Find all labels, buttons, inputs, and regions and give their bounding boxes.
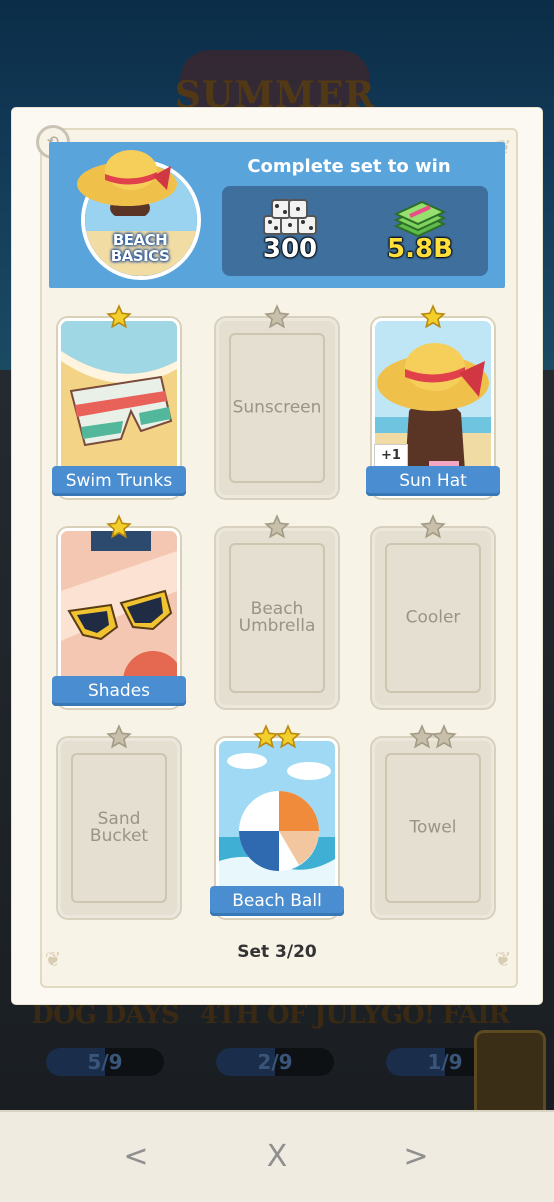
- close-button[interactable]: X: [247, 1134, 307, 1180]
- sun-hat-icon: [77, 150, 177, 216]
- card-name-banner: Sun Hat: [366, 466, 500, 496]
- set-name: BEACH BASICS: [110, 231, 170, 265]
- card-name-banner: Shades: [52, 676, 186, 706]
- card-placeholder: Cooler: [372, 528, 494, 708]
- background-corner-icon: [474, 1030, 546, 1120]
- background-set-name: 4TH OF JULY: [200, 1000, 381, 1030]
- card-sun-hat[interactable]: +1 Sun Hat: [366, 304, 500, 502]
- star-icon: [431, 724, 457, 749]
- card-name: Cooler: [405, 607, 461, 628]
- card-name: Sunscreen: [232, 397, 322, 418]
- card-name-banner: Swim Trunks: [52, 466, 186, 496]
- next-set-button[interactable]: >: [386, 1134, 446, 1180]
- card-cooler[interactable]: Cooler: [366, 514, 500, 712]
- star-icon: [264, 304, 290, 329]
- card-stars: [366, 304, 500, 332]
- background-set-progress: 2/9: [216, 1048, 334, 1076]
- star-icon: [106, 724, 132, 749]
- background-set-progress: 5/9: [46, 1048, 164, 1076]
- card-stars: [52, 304, 186, 332]
- card-name-banner: Beach Ball: [210, 886, 344, 916]
- background-set-name: DOG DAYS: [31, 1000, 179, 1030]
- corner-ornament-icon: ❦: [44, 947, 62, 971]
- star-icon: [275, 724, 301, 749]
- cash-reward-value: 5.8B: [387, 234, 453, 264]
- card-name: Towel: [409, 817, 457, 838]
- card-stars: [366, 724, 500, 752]
- star-icon: [106, 514, 132, 539]
- card-placeholder: Sand Bucket: [58, 738, 180, 918]
- card-sand-bucket[interactable]: Sand Bucket: [52, 724, 186, 922]
- duplicate-badge: +1: [374, 444, 408, 468]
- card-placeholder: Towel: [372, 738, 494, 918]
- card-towel[interactable]: Towel: [366, 724, 500, 922]
- previous-set-button[interactable]: <: [106, 1134, 166, 1180]
- card-placeholder: Sunscreen: [216, 318, 338, 498]
- card-stars: [210, 724, 344, 752]
- card-placeholder: Beach Umbrella: [216, 528, 338, 708]
- dice-stack-icon: [263, 199, 317, 235]
- card-swim-trunks[interactable]: Swim Trunks: [52, 304, 186, 502]
- background-set-dog-days: DOG DAYS 5/9: [30, 1000, 180, 1076]
- card-beach-ball[interactable]: Beach Ball: [210, 724, 344, 922]
- reward-title: Complete set to win: [247, 156, 451, 177]
- star-icon: [264, 514, 290, 539]
- background-set-4th-of-july: 4TH OF JULY 2/9: [200, 1000, 381, 1076]
- card-stars: [210, 514, 344, 542]
- star-icon: [420, 304, 446, 329]
- set-counter: Set 3/20: [237, 942, 317, 962]
- card-name: Sand Bucket: [89, 809, 149, 846]
- star-icon: [420, 514, 446, 539]
- dice-reward-value: 300: [262, 234, 318, 264]
- card-stars: [366, 514, 500, 542]
- card-stars: [52, 724, 186, 752]
- corner-ornament-icon: ❦: [494, 947, 512, 971]
- card-beach-umbrella[interactable]: Beach Umbrella: [210, 514, 344, 712]
- card-shades[interactable]: Shades: [52, 514, 186, 712]
- star-icon: [106, 304, 132, 329]
- card-stars: [52, 514, 186, 542]
- bottom-nav: < X >: [0, 1110, 554, 1202]
- background-set-name: GO! FAIR: [380, 1000, 510, 1030]
- card-name: Beach Umbrella: [238, 599, 316, 636]
- card-sunscreen[interactable]: Sunscreen: [210, 304, 344, 502]
- card-stars: [210, 304, 344, 332]
